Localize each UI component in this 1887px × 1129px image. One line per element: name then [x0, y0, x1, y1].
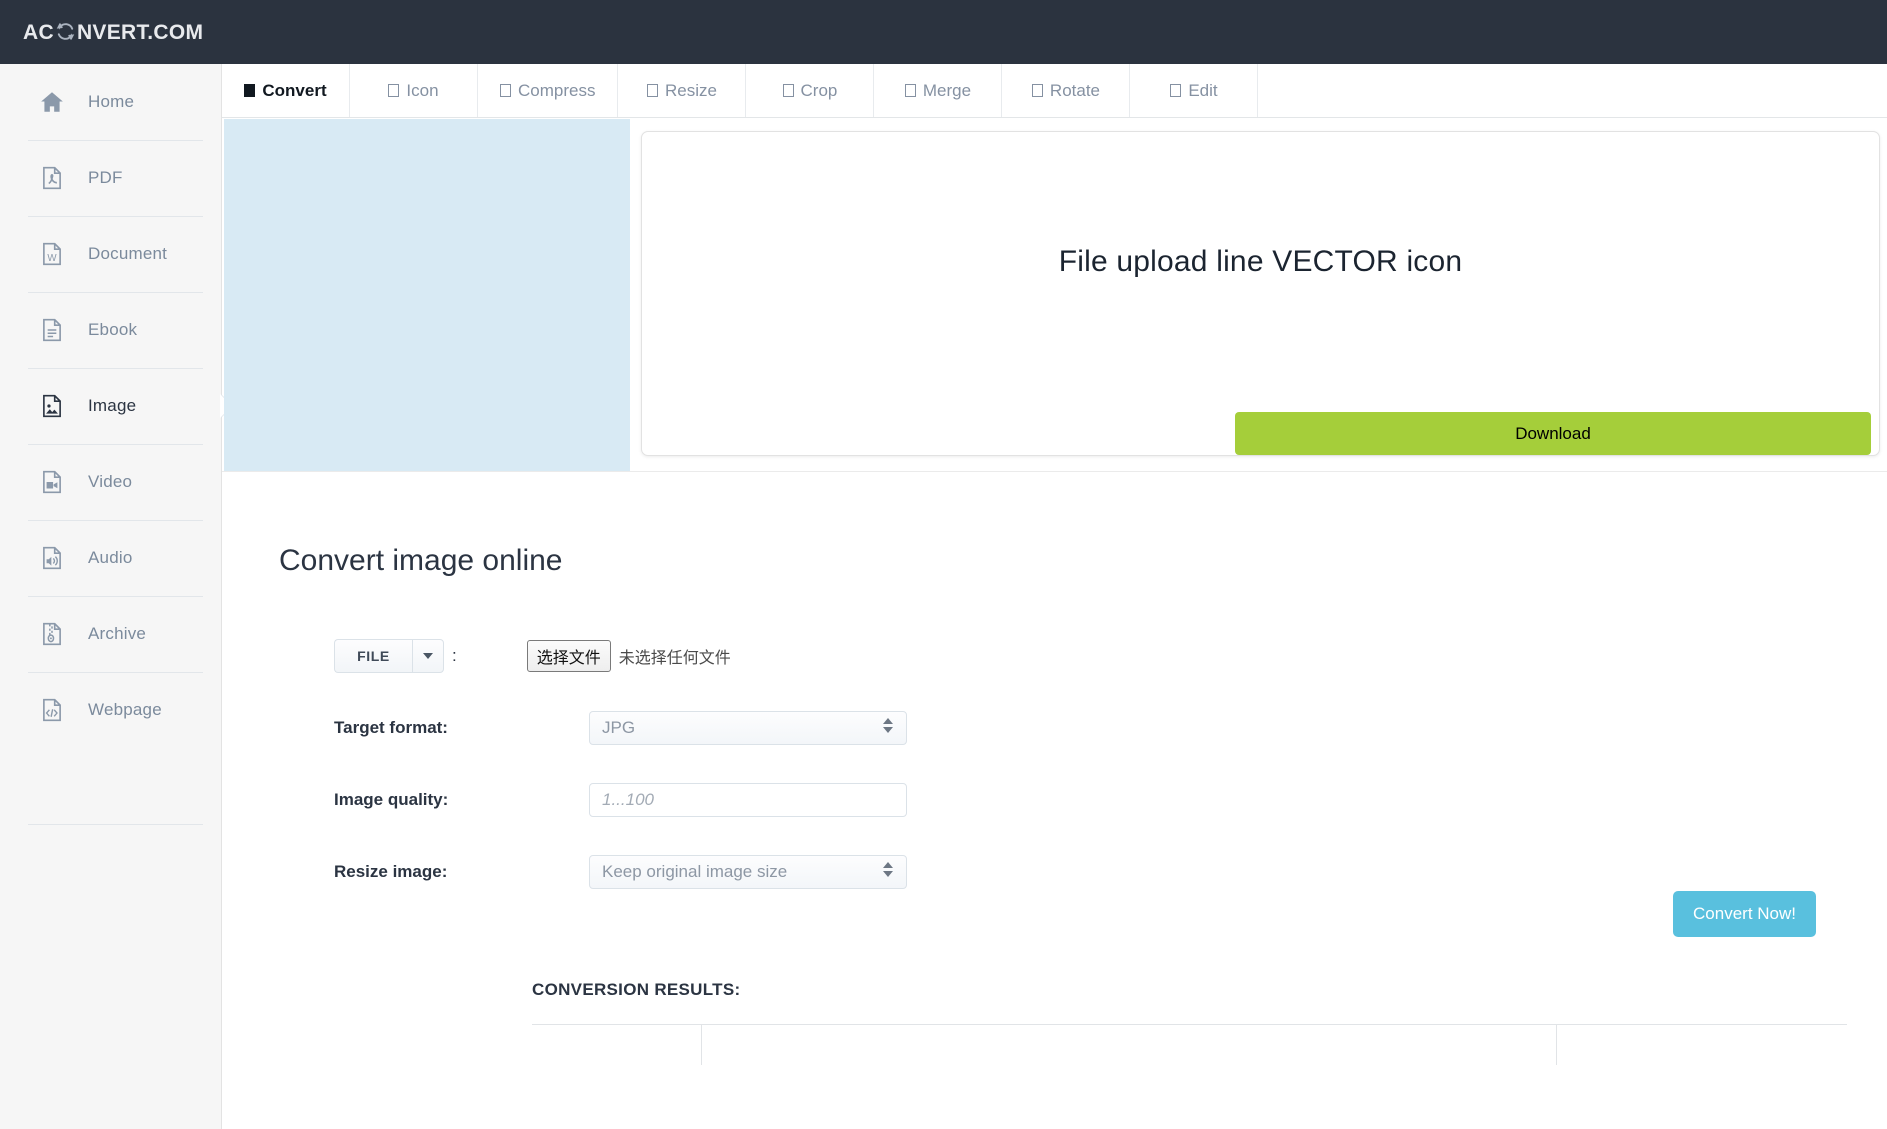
sidebar-item-label: Image	[88, 396, 137, 415]
tool-tab-bar: Convert Icon Compress Resize Crop Merge Rotate…	[222, 64, 1887, 118]
stepper-updown-icon[interactable]	[883, 718, 893, 733]
sidebar-item-label: Audio	[88, 548, 133, 567]
download-button[interactable]: Download	[1235, 412, 1871, 455]
tab-label: Resize	[664, 80, 717, 100]
ad-placeholder-block	[224, 119, 630, 471]
file-upload-input[interactable]: 选择文件 未选择任何文件	[526, 640, 731, 672]
convert-form: FILE : 选择文件 未选择任何文件 Target format: JPG I…	[222, 620, 1887, 908]
square-icon	[782, 84, 794, 97]
resize-image-label: Resize image:	[334, 862, 448, 881]
square-icon	[500, 84, 511, 97]
logo-text-after: NVERT.COM	[76, 20, 204, 44]
file-source-row: FILE : 选择文件 未选择任何文件	[222, 620, 1887, 692]
source-type-label[interactable]: FILE	[334, 639, 412, 673]
square-filled-icon	[244, 84, 256, 97]
home-icon	[39, 89, 65, 115]
target-format-value: JPG	[602, 718, 636, 737]
left-sidebar: Home PDF W Document Ebook Image Video Audio Arch…	[0, 64, 232, 1129]
target-format-select[interactable]: JPG	[589, 711, 907, 745]
video-file-icon	[39, 469, 65, 495]
sidebar-item-document[interactable]: W Document	[0, 216, 221, 292]
no-file-selected-text: 未选择任何文件	[618, 648, 731, 667]
target-format-row: Target format: JPG	[222, 692, 1887, 764]
tab-edit[interactable]: Edit	[1130, 64, 1259, 117]
tab-label: Edit	[1188, 80, 1218, 100]
sidebar-item-image[interactable]: Image	[0, 368, 232, 444]
square-icon	[388, 84, 400, 97]
square-icon	[904, 84, 916, 97]
sidebar-item-home[interactable]: Home	[0, 64, 221, 140]
conversion-results-table	[532, 1024, 1847, 1065]
resize-image-row: Resize image: Keep original image size	[222, 836, 1887, 908]
tab-crop[interactable]: Crop	[746, 64, 875, 117]
tab-rotate[interactable]: Rotate	[1002, 64, 1131, 117]
sidebar-item-label: Home	[88, 92, 135, 111]
sidebar-item-video[interactable]: Video	[0, 444, 221, 520]
site-logo[interactable]: AC NVERT.COM	[23, 20, 203, 45]
pdf-file-icon	[39, 165, 65, 191]
refresh-icon	[56, 22, 75, 41]
tab-merge[interactable]: Merge	[874, 64, 1003, 117]
chevron-down-icon	[423, 653, 433, 659]
audio-file-icon	[39, 545, 65, 571]
top-header-bar: AC NVERT.COM	[0, 0, 1887, 64]
stepper-updown-icon[interactable]	[883, 862, 893, 877]
source-type-split-button[interactable]: FILE	[334, 639, 444, 673]
image-quality-row: Image quality: 1...100	[222, 764, 1887, 836]
convert-now-button[interactable]: Convert Now!	[1673, 891, 1816, 937]
image-file-icon	[39, 393, 65, 419]
conversion-results-heading: CONVERSION RESULTS:	[532, 980, 741, 999]
preview-image-caption: File upload line VECTOR icon	[1058, 245, 1463, 278]
archive-file-icon	[39, 621, 65, 647]
result-preview-card: File upload line VECTOR icon Download	[641, 131, 1880, 456]
tab-label: Rotate	[1049, 80, 1101, 100]
image-quality-input[interactable]: 1...100	[589, 783, 907, 817]
sidebar-item-label: Video	[88, 472, 133, 491]
square-icon	[1031, 84, 1043, 97]
sidebar-item-pdf[interactable]: PDF	[0, 140, 221, 216]
choose-file-button[interactable]: 选择文件	[526, 640, 611, 672]
tab-label: Convert	[262, 80, 327, 100]
resize-image-value: Keep original image size	[602, 862, 788, 881]
results-table-cell	[702, 1025, 1557, 1065]
sidebar-item-label: Webpage	[88, 700, 162, 719]
tab-icon[interactable]: Icon	[350, 64, 478, 117]
tab-compress[interactable]: Compress	[478, 64, 619, 117]
square-icon	[1170, 84, 1182, 97]
resize-image-select[interactable]: Keep original image size	[589, 855, 907, 889]
page-title: Convert image online	[279, 544, 563, 577]
tab-label: Merge	[922, 80, 972, 100]
tab-label: Crop	[800, 80, 838, 100]
sidebar-item-label: Document	[88, 244, 168, 263]
file-row-separator: :	[452, 646, 457, 665]
tab-convert[interactable]: Convert	[222, 64, 350, 117]
tab-label: Compress	[518, 80, 596, 100]
image-quality-placeholder: 1...100	[602, 790, 654, 809]
square-icon	[646, 84, 658, 97]
sidebar-item-archive[interactable]: Archive	[0, 596, 221, 672]
results-table-cell	[532, 1025, 702, 1065]
tab-label: Icon	[406, 80, 439, 100]
sidebar-item-label: PDF	[88, 168, 123, 187]
main-content-panel: Convert image online FILE : 选择文件 未选择任何文件…	[222, 471, 1887, 1129]
webpage-file-icon	[39, 697, 65, 723]
sidebar-item-label: Ebook	[88, 320, 138, 339]
logo-text-before: AC	[23, 20, 54, 44]
source-type-dropdown-toggle[interactable]	[412, 639, 444, 673]
image-quality-label: Image quality:	[334, 790, 449, 809]
sidebar-item-label: Archive	[88, 624, 147, 643]
sidebar-bottom-divider	[28, 824, 203, 825]
sidebar-item-ebook[interactable]: Ebook	[0, 292, 221, 368]
ebook-file-icon	[39, 317, 65, 343]
svg-text:W: W	[47, 253, 57, 264]
tab-resize[interactable]: Resize	[618, 64, 747, 117]
word-file-icon: W	[39, 241, 65, 267]
sidebar-item-webpage[interactable]: Webpage	[0, 672, 221, 748]
target-format-label: Target format:	[334, 718, 448, 737]
sidebar-item-audio[interactable]: Audio	[0, 520, 221, 596]
